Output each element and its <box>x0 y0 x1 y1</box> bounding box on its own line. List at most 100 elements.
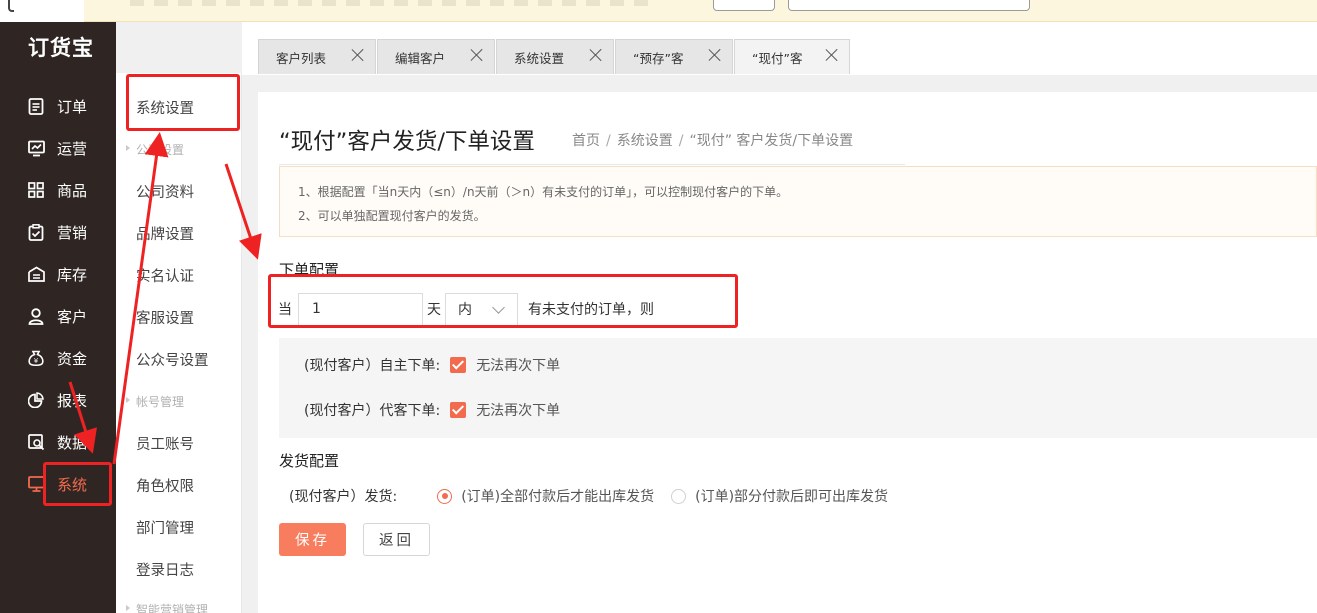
nav-item-marketing[interactable]: 营销 <box>0 211 116 253</box>
submenu-group-marketing[interactable]: 智能营销管理 <box>125 601 208 613</box>
self-order-row: (现付客户）自主下单: 无法再次下单 <box>304 355 560 375</box>
nav-label: 客户 <box>57 307 88 326</box>
title-divider <box>279 164 905 165</box>
ship-partial-label[interactable]: (订单)部分付款后即可出库发货 <box>695 486 888 506</box>
tab-label: 客户列表 <box>276 50 327 66</box>
submenu-wechat[interactable]: 公众号设置 <box>136 349 209 370</box>
tab-cash-customer[interactable]: “现付”客 <box>734 39 850 74</box>
submenu-group-company[interactable]: 公司设置 <box>125 141 184 158</box>
self-order-option[interactable]: 无法再次下单 <box>476 355 560 375</box>
breadcrumb-system[interactable]: 系统设置 <box>617 133 673 149</box>
nav-label: 资金 <box>57 349 88 368</box>
notice-line-2: 2、可以单独配置现付客户的发货。 <box>298 209 486 223</box>
self-order-checkbox[interactable] <box>450 357 467 373</box>
submenu-brand[interactable]: 品牌设置 <box>136 223 194 244</box>
nav-item-reports[interactable]: 报表 <box>0 379 116 421</box>
order-condition-row: 当 天 内 有未支付的订单，则 <box>278 292 654 326</box>
proxy-order-checkbox[interactable] <box>450 402 467 418</box>
nav-label: 数据 <box>57 433 88 452</box>
nav-item-operations[interactable]: 运营 <box>0 127 116 169</box>
tab-customer-list[interactable]: 客户列表 <box>258 39 376 74</box>
nav-item-funds[interactable]: ¥ 资金 <box>0 337 116 379</box>
close-icon[interactable] <box>589 48 603 62</box>
tab-edit-customer[interactable]: 编辑客户 <box>377 39 495 74</box>
submenu-service[interactable]: 客服设置 <box>136 307 194 328</box>
submenu-login-log[interactable]: 登录日志 <box>136 559 194 580</box>
nav-label: 商品 <box>57 181 88 200</box>
grid-icon <box>27 181 45 199</box>
monitor-icon <box>27 475 45 493</box>
breadcrumb-sep: / <box>606 133 611 149</box>
tab-label: 编辑客户 <box>395 50 446 66</box>
app-logo: 订货宝 <box>28 36 94 60</box>
svg-text:¥: ¥ <box>34 357 39 365</box>
self-order-label: (现付客户）自主下单: <box>304 358 441 374</box>
tab-label: “现付”客 <box>752 50 803 66</box>
ship-label: (现付客户）发货: <box>289 489 398 505</box>
notice-box: 1、根据配置「当n天内（≤n）/n天前（＞n）有未支付的订单」，可以控制现付客户… <box>279 166 1317 237</box>
page-title: “现付”客户发货/下单设置 <box>279 129 535 155</box>
close-icon[interactable] <box>825 48 839 62</box>
notice-input[interactable] <box>788 0 1030 11</box>
person-icon <box>27 307 45 325</box>
tab-label: “预存”客 <box>633 50 684 66</box>
chart-board-icon <box>27 139 45 157</box>
nav-label: 订单 <box>57 97 88 116</box>
magnify-data-icon <box>27 433 45 451</box>
tab-prepaid-customer[interactable]: “预存”客 <box>615 39 733 74</box>
breadcrumb-sep: / <box>678 133 684 149</box>
nav-label: 库存 <box>57 265 88 284</box>
submenu-company-info[interactable]: 公司资料 <box>136 181 194 202</box>
nav-label: 报表 <box>57 391 88 410</box>
order-config-heading: 下单配置 <box>279 261 340 279</box>
proxy-order-option[interactable]: 无法再次下单 <box>476 400 560 420</box>
submenu-roles[interactable]: 角色权限 <box>136 475 194 496</box>
ship-full-radio[interactable] <box>437 488 453 504</box>
submenu-group-account[interactable]: 帐号管理 <box>125 393 184 410</box>
notice-button[interactable] <box>713 0 775 11</box>
submenu-system-settings[interactable]: 系统设置 <box>136 97 194 118</box>
nav-item-inventory[interactable]: 库存 <box>0 253 116 295</box>
submenu-realname[interactable]: 实名认证 <box>136 265 194 286</box>
nav-item-data[interactable]: 数据 <box>0 421 116 463</box>
chevron-down-icon <box>492 300 505 314</box>
nav-item-products[interactable]: 商品 <box>0 169 116 211</box>
ship-full-label[interactable]: (订单)全部付款后才能出库发货 <box>461 486 654 506</box>
top-left-corner <box>0 0 84 22</box>
notice-line-1: 1、根据配置「当n天内（≤n）/n天前（＞n）有未支付的订单」，可以控制现付客户… <box>298 185 789 199</box>
close-icon[interactable] <box>708 48 722 62</box>
pie-icon <box>27 391 45 409</box>
nav-label: 运营 <box>57 139 88 158</box>
order-doc-icon <box>27 97 45 115</box>
days-input[interactable] <box>298 292 423 326</box>
corner-glyph-icon <box>8 0 14 12</box>
clipboard-check-icon <box>27 223 45 241</box>
submenu-staff[interactable]: 员工账号 <box>136 433 194 454</box>
top-notice-strip <box>0 0 1317 22</box>
nav-item-orders[interactable]: 订单 <box>0 85 116 127</box>
tab-system-settings[interactable]: 系统设置 <box>496 39 614 74</box>
nav-item-customers[interactable]: 客户 <box>0 295 116 337</box>
order-options-box: (现付客户）自主下单: 无法再次下单 (现付客户）代客下单: 无法再次下单 <box>279 338 1317 438</box>
close-icon[interactable] <box>351 48 365 62</box>
save-button[interactable]: 保存 <box>279 523 346 556</box>
nav-label: 系统 <box>57 475 88 494</box>
main-panel: “现付”客户发货/下单设置 首页 / 系统设置 / “现付” 客户发货/下单设置 1、根… <box>258 92 1317 613</box>
ship-partial-radio[interactable] <box>671 488 687 504</box>
proxy-order-row: (现付客户）代客下单: 无法再次下单 <box>304 400 560 420</box>
submenu-dept[interactable]: 部门管理 <box>136 517 194 538</box>
ship-config-heading: 发货配置 <box>279 452 340 470</box>
nav-label: 营销 <box>57 223 88 242</box>
ship-row: (现付客户）发货: (订单)全部付款后才能出库发货 (订单)部分付款后即可出库发… <box>289 486 905 506</box>
nav-item-system[interactable]: 系统 <box>0 463 116 505</box>
range-select[interactable]: 内 <box>445 292 518 326</box>
breadcrumb-home[interactable]: 首页 <box>572 133 600 149</box>
proxy-order-label: (现付客户）代客下单: <box>304 403 441 419</box>
back-button[interactable]: 返回 <box>363 523 430 556</box>
system-submenu: 系统设置 公司设置 公司资料 品牌设置 实名认证 客服设置 公众号设置 帐号管理… <box>116 73 242 613</box>
order-suffix: 有未支付的订单，则 <box>528 302 654 318</box>
breadcrumb: 首页 / 系统设置 / “现付” 客户发货/下单设置 <box>572 130 853 150</box>
close-icon[interactable] <box>470 48 484 62</box>
order-prefix: 当 <box>278 302 292 318</box>
warehouse-icon <box>27 265 45 283</box>
